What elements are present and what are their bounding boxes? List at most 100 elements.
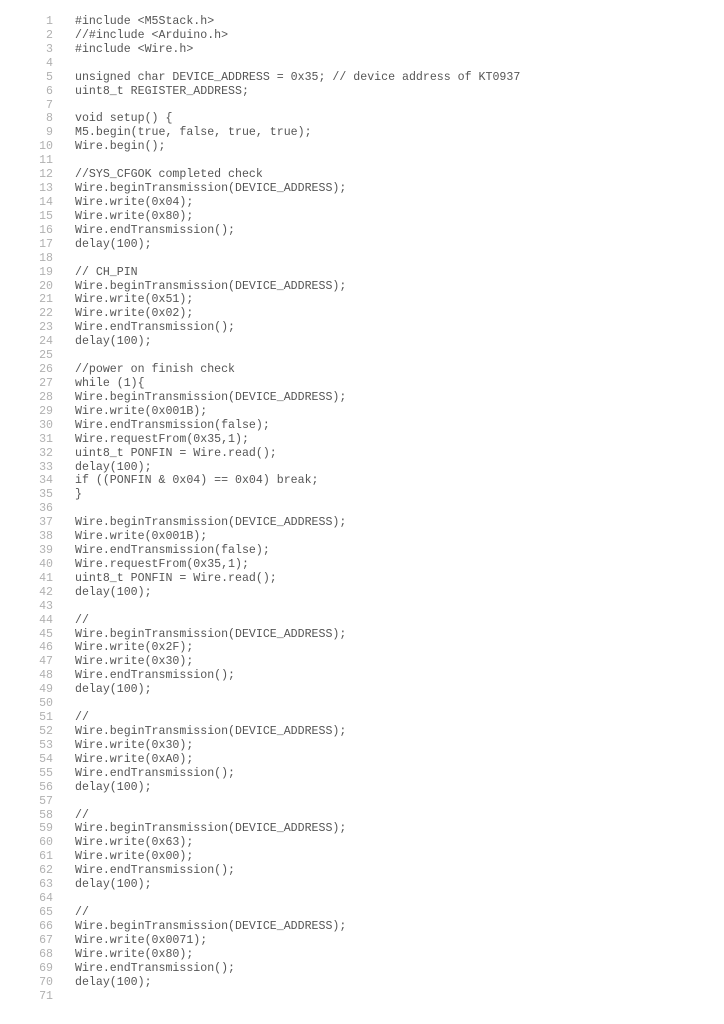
code-line: 6 uint8_t REGISTER_ADDRESS;: [0, 85, 724, 99]
line-number: 52: [39, 725, 53, 739]
line-text: //: [75, 808, 89, 822]
code-line: 29 Wire.write(0x001B);: [0, 405, 724, 419]
line-number: 59: [39, 822, 53, 836]
line-text: Wire.write(0x02);: [75, 307, 194, 321]
code-line: 14 Wire.write(0x04);: [0, 196, 724, 210]
code-line: 15 Wire.write(0x80);: [0, 210, 724, 224]
line-number: 34: [39, 474, 53, 488]
code-line: 47 Wire.write(0x30);: [0, 655, 724, 669]
line-text: Wire.write(0x80);: [75, 947, 194, 961]
line-number: 48: [39, 669, 53, 683]
line-number: 27: [39, 376, 53, 390]
code-line: 9 M5.begin(true, false, true, true);: [0, 126, 724, 140]
line-text: Wire.endTransmission();: [75, 864, 236, 878]
code-line: 50: [0, 697, 724, 711]
line-text: Wire.beginTransmission(DEVICE_ADDRESS);: [75, 390, 347, 404]
line-text: [53, 154, 724, 168]
line-number: 63: [39, 878, 53, 892]
line-number: 6: [46, 84, 53, 98]
code-line: 16 Wire.endTransmission();: [0, 224, 724, 238]
line-text: Wire.write(0x00);: [75, 850, 194, 864]
code-line: 2 //#include <Arduino.h>: [0, 29, 724, 43]
line-text: Wire.beginTransmission(DEVICE_ADDRESS);: [75, 627, 347, 641]
line-number: 62: [39, 864, 53, 878]
code-line: 69 Wire.endTransmission();: [0, 962, 724, 976]
code-line: 4: [0, 57, 724, 71]
line-text: //: [75, 906, 89, 919]
line-number: 18: [39, 251, 53, 265]
line-number: 56: [39, 780, 53, 794]
code-line: 41 uint8_t PONFIN = Wire.read();: [0, 572, 724, 586]
line-number: 26: [39, 363, 53, 377]
line-text: Wire.write(0x80);: [75, 209, 194, 223]
line-text: Wire.write(0x51);: [75, 293, 194, 307]
line-number: 37: [39, 516, 53, 530]
line-text: Wire.endTransmission();: [75, 223, 236, 237]
code-line: 37 Wire.beginTransmission(DEVICE_ADDRESS)…: [0, 516, 724, 530]
code-line: 34 if ((PONFIN & 0x04) == 0x04) break;: [0, 474, 724, 488]
line-text: Wire.requestFrom(0x35,1);: [75, 432, 249, 446]
line-number: 28: [39, 390, 53, 404]
code-line: 55 Wire.endTransmission();: [0, 767, 724, 781]
code-line: 54 Wire.write(0xA0);: [0, 753, 724, 767]
line-number: 38: [39, 530, 53, 544]
code-line: 23 Wire.endTransmission();: [0, 321, 724, 335]
line-number: 71: [39, 989, 53, 1003]
code-line: 71: [0, 990, 724, 1004]
line-text: Wire.beginTransmission(DEVICE_ADDRESS);: [75, 182, 347, 196]
line-number: 14: [39, 195, 53, 209]
line-text: uint8_t REGISTER_ADDRESS;: [75, 84, 249, 98]
code-line: 62 Wire.endTransmission();: [0, 864, 724, 878]
code-line: 13 Wire.beginTransmission(DEVICE_ADDRESS)…: [0, 182, 724, 196]
line-number: 10: [39, 140, 53, 154]
line-number: 12: [39, 168, 53, 182]
code-line: 7: [0, 99, 724, 113]
code-line: 52 Wire.beginTransmission(DEVICE_ADDRESS)…: [0, 725, 724, 739]
line-number: 8: [46, 112, 53, 126]
line-number: 47: [39, 655, 53, 669]
code-line: 53 Wire.write(0x30);: [0, 739, 724, 753]
code-line: 8 void setup() {: [0, 112, 724, 126]
code-line: 31 Wire.requestFrom(0x35,1);: [0, 433, 724, 447]
line-text: Wire.beginTransmission(DEVICE_ADDRESS);: [75, 725, 347, 739]
line-text: delay(100);: [75, 878, 152, 892]
line-number: 22: [39, 307, 53, 321]
code-line: 36: [0, 502, 724, 516]
code-line: 59 Wire.beginTransmission(DEVICE_ADDRESS)…: [0, 822, 724, 836]
line-number: 35: [39, 488, 53, 502]
line-number: 5: [46, 70, 53, 84]
code-line: 44 //: [0, 614, 724, 628]
code-line: 38 Wire.write(0x001B);: [0, 530, 724, 544]
line-text: delay(100);: [75, 335, 152, 349]
line-text: delay(100);: [75, 585, 152, 599]
line-number: 32: [39, 446, 53, 460]
line-text: Wire.write(0x63);: [75, 836, 194, 850]
code-line: 24 delay(100);: [0, 335, 724, 349]
line-text: Wire.endTransmission();: [75, 961, 236, 975]
line-number: 3: [46, 42, 53, 56]
line-number: 1: [46, 15, 53, 28]
code-line: 48 Wire.endTransmission();: [0, 669, 724, 683]
line-number: 33: [39, 460, 53, 474]
line-number: 24: [39, 335, 53, 349]
line-number: 2: [46, 28, 53, 42]
line-text: delay(100);: [75, 237, 152, 251]
code-line: 25: [0, 349, 724, 363]
line-number: 58: [39, 808, 53, 822]
line-number: 65: [39, 906, 53, 919]
code-line: 30 Wire.endTransmission(false);: [0, 419, 724, 433]
code-line: 3 #include <Wire.h>: [0, 43, 724, 57]
line-text: //: [75, 613, 89, 627]
code-line: 1 #include <M5Stack.h>: [0, 15, 724, 29]
line-number: 20: [39, 279, 53, 293]
code-line: 65 //: [0, 906, 724, 920]
code-line: 20 Wire.beginTransmission(DEVICE_ADDRESS)…: [0, 280, 724, 294]
line-text: // CH_PIN: [75, 265, 138, 279]
code-line: 60 Wire.write(0x63);: [0, 836, 724, 850]
line-number: 53: [39, 738, 53, 752]
code-line: 58 //: [0, 809, 724, 823]
line-text: Wire.write(0x04);: [75, 195, 194, 209]
line-text: Wire.write(0x0071);: [75, 933, 208, 947]
line-text: Wire.requestFrom(0x35,1);: [75, 557, 249, 571]
line-text: if ((PONFIN & 0x04) == 0x04) break;: [75, 474, 319, 488]
